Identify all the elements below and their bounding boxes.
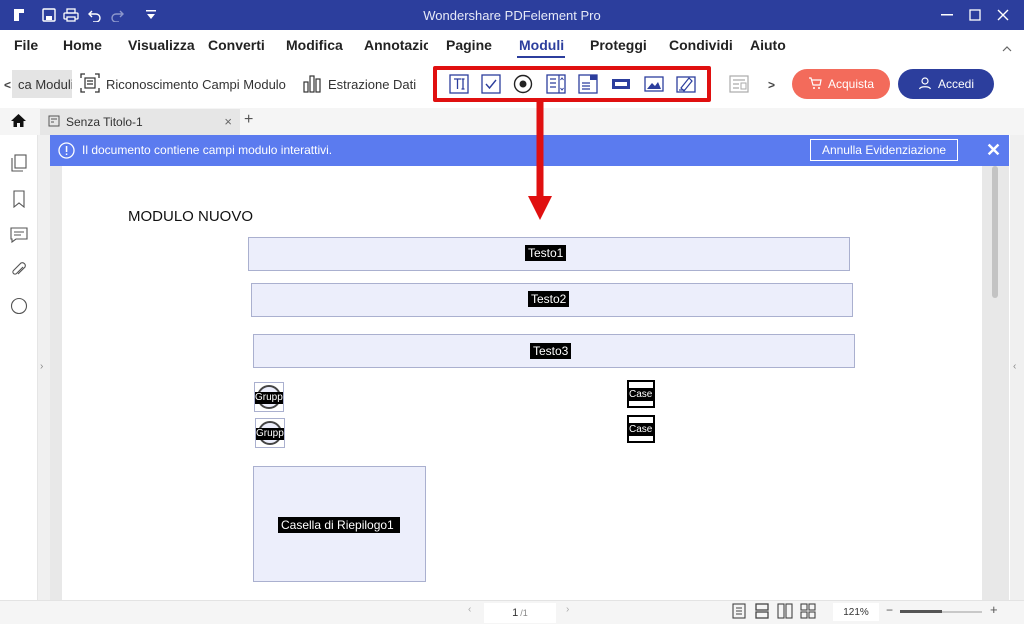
continuous-view-icon[interactable] [754, 603, 770, 619]
home-icon[interactable] [10, 113, 27, 131]
page-indicator[interactable]: 1 /1 [484, 603, 556, 623]
red-arrow-annotation [528, 100, 552, 220]
zoom-in-button[interactable]: + [990, 602, 998, 617]
chevron-left-icon: ‹ [1013, 361, 1017, 372]
radio-button-1-label: Grupp [255, 392, 283, 404]
close-window-button[interactable] [990, 5, 1016, 25]
collapse-ribbon-icon[interactable] [1002, 40, 1012, 55]
menu-pagine[interactable]: Pagine [446, 37, 492, 53]
menu-visualizza[interactable]: Visualizza [128, 37, 195, 53]
list-box-icon[interactable] [545, 73, 567, 95]
user-icon [918, 76, 932, 93]
text-field-3-label: Testo3 [530, 343, 572, 359]
previous-page-icon[interactable]: ‹ [468, 604, 471, 615]
close-tab-icon[interactable]: × [224, 114, 232, 129]
minimize-button[interactable] [934, 5, 960, 25]
buy-button[interactable]: Acquista [792, 69, 890, 99]
vertical-scrollbar[interactable] [992, 166, 998, 298]
attachment-icon[interactable] [10, 261, 28, 279]
ribbon-data-extraction[interactable]: Estrazione Dati [302, 70, 416, 98]
title-bar: Wondershare PDFelement Pro [0, 0, 1024, 30]
buy-label: Acquista [827, 77, 875, 91]
menu-moduli[interactable]: Moduli [519, 37, 564, 53]
current-page: 1 [512, 607, 519, 619]
new-tab-button[interactable]: + [244, 111, 253, 129]
menu-home[interactable]: Home [63, 37, 102, 53]
maximize-button[interactable] [962, 5, 988, 25]
ribbon-label: Estrazione Dati [328, 76, 417, 92]
form-tools-highlight [433, 66, 711, 102]
ribbon-scroll-right[interactable]: > [768, 78, 775, 92]
active-menu-underline [517, 56, 565, 58]
menu-modifica[interactable]: Modifica [286, 37, 343, 53]
checkbox-2-label: Case [629, 423, 653, 436]
two-page-view-icon[interactable] [777, 603, 793, 619]
ribbon-label: Riconoscimento Campi Modulo [106, 76, 286, 92]
login-button[interactable]: Accedi [898, 69, 994, 99]
text-field-icon[interactable] [448, 73, 470, 95]
info-icon [58, 142, 75, 162]
text-field-1-label: Testo1 [525, 245, 567, 261]
combo-box-icon[interactable] [577, 73, 599, 95]
grid-view-icon[interactable] [800, 603, 816, 619]
menu-file[interactable]: File [14, 37, 38, 53]
zoom-out-button[interactable]: − [886, 603, 893, 617]
form-title: MODULO NUOVO [128, 208, 254, 225]
menu-annotazioni[interactable]: Annotazic [364, 37, 428, 53]
window-title: Wondershare PDFelement Pro [423, 8, 601, 23]
left-panel-toggle[interactable]: › [38, 135, 50, 600]
chevron-right-icon: › [40, 361, 44, 372]
data-extraction-icon [302, 73, 322, 96]
radio-button-1[interactable]: Grupp [254, 382, 284, 412]
ribbon-label: ca Moduli [18, 76, 72, 92]
zoom-level[interactable]: 121% [833, 603, 879, 621]
image-field-icon[interactable] [643, 73, 665, 95]
comment-icon[interactable] [10, 226, 28, 244]
left-sidebar [0, 135, 38, 624]
radio-button-2[interactable]: Grupp [255, 418, 285, 448]
form-document-icon [48, 115, 60, 130]
bookmark-icon[interactable] [10, 190, 28, 208]
right-panel-toggle[interactable]: ‹ [1010, 135, 1024, 600]
close-banner-icon[interactable]: ✕ [986, 140, 1001, 161]
ribbon-modifica-moduli[interactable]: ca Moduli [12, 70, 72, 98]
cart-icon [808, 76, 822, 93]
menu-condividi[interactable]: Condividi [669, 37, 733, 53]
next-page-icon[interactable]: › [566, 604, 569, 615]
form-recognition-icon [80, 72, 100, 96]
menu-converti[interactable]: Converti [208, 37, 265, 53]
signature-field-icon[interactable] [675, 73, 697, 95]
checkbox-1-label: Case [629, 388, 653, 401]
single-page-view-icon[interactable] [731, 603, 747, 619]
radio-button-2-label: Grupp [256, 428, 284, 440]
document-tab[interactable]: Senza Titolo-1 × [40, 109, 240, 135]
checkbox-icon[interactable] [480, 73, 502, 95]
zoom-slider-fill [900, 610, 942, 613]
list-box-label: Casella di Riepilogo1 [278, 517, 400, 533]
button-field-icon[interactable] [610, 73, 632, 95]
total-pages: /1 [520, 608, 528, 618]
form-properties-icon[interactable] [728, 73, 750, 95]
banner-message: Il documento contiene campi modulo inter… [82, 143, 333, 157]
document-tab-title: Senza Titolo-1 [66, 115, 143, 129]
menu-proteggi[interactable]: Proteggi [590, 37, 647, 53]
checkbox-2[interactable]: Case [627, 415, 655, 443]
ribbon-scroll-left[interactable]: < [4, 78, 11, 92]
pdf-page [62, 166, 982, 600]
menu-aiuto[interactable]: Aiuto [750, 37, 786, 53]
thumbnails-icon[interactable] [10, 154, 28, 172]
checkbox-1[interactable]: Case [627, 380, 655, 408]
cancel-highlight-button[interactable]: Annulla Evidenziazione [810, 139, 958, 161]
ribbon-form-recognition[interactable]: Riconoscimento Campi Modulo [80, 70, 286, 98]
search-icon[interactable] [10, 297, 28, 315]
text-field-2-label: Testo2 [528, 291, 570, 307]
radio-button-icon[interactable] [512, 73, 534, 95]
login-label: Accedi [937, 77, 975, 91]
